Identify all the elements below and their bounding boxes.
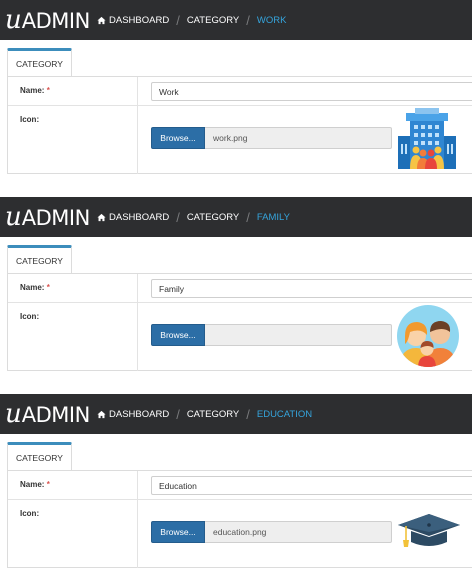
breadcrumb-separator: / xyxy=(246,12,250,28)
category-form: Name: * Education Icon: Browse... educat… xyxy=(7,470,472,568)
breadcrumb: DASHBOARD / CATEGORY / WORK xyxy=(97,0,286,40)
file-name-field[interactable]: work.png xyxy=(205,127,392,149)
logo-u: u xyxy=(5,5,22,35)
name-input[interactable]: Family xyxy=(151,279,472,298)
file-upload: Browse... work.png xyxy=(151,127,392,149)
label-cell: Name: * xyxy=(8,471,138,499)
required-mark: * xyxy=(46,480,50,489)
label-cell: Name: * xyxy=(8,274,138,302)
tab-category[interactable]: CATEGORY xyxy=(7,48,72,76)
name-label-text: Name: xyxy=(20,283,45,292)
name-label: Name: * xyxy=(20,86,50,95)
breadcrumb-separator: / xyxy=(176,406,180,422)
icon-label: Icon: xyxy=(20,509,40,518)
logo[interactable]: u ADMIN xyxy=(5,203,90,231)
tab-category[interactable]: CATEGORY xyxy=(7,245,72,273)
category-form: Name: * Work Icon: Browse... work.png xyxy=(7,76,472,174)
graduation-cap-icon xyxy=(398,514,460,547)
label-cell: Icon: xyxy=(8,303,138,371)
home-icon xyxy=(97,16,106,24)
form-area: CATEGORY Name: * Work Icon: Browse... wo… xyxy=(0,40,472,178)
label-cell: Name: * xyxy=(8,77,138,105)
required-mark: * xyxy=(46,86,50,95)
name-label: Name: * xyxy=(20,480,50,489)
home-icon xyxy=(97,213,106,221)
breadcrumb: DASHBOARD / CATEGORY / EDUCATION xyxy=(97,394,312,434)
breadcrumb: DASHBOARD / CATEGORY / FAMILY xyxy=(97,197,290,237)
label-cell: Icon: xyxy=(8,500,138,568)
breadcrumb-current: EDUCATION xyxy=(256,408,313,420)
logo-admin: ADMIN xyxy=(21,403,91,427)
breadcrumb-dashboard-link[interactable]: DASHBOARD xyxy=(109,212,169,223)
name-label-text: Name: xyxy=(20,86,45,95)
name-row: Name: * Work xyxy=(8,77,472,106)
icon-row: Icon: Browse... xyxy=(8,303,472,371)
breadcrumb-current: FAMILY xyxy=(256,211,290,223)
icon-label: Icon: xyxy=(20,312,40,321)
breadcrumb-dashboard-link[interactable]: DASHBOARD xyxy=(109,409,169,420)
icon-row: Icon: Browse... education.png xyxy=(8,500,472,568)
icon-row: Icon: Browse... work.png xyxy=(8,106,472,174)
file-name-field[interactable] xyxy=(205,324,392,346)
top-navbar: u ADMIN DASHBOARD / CATEGORY / FAMILY xyxy=(0,197,472,237)
logo-admin: ADMIN xyxy=(21,9,91,33)
family-icon xyxy=(397,305,459,367)
top-navbar: u ADMIN DASHBOARD / CATEGORY / WORK xyxy=(0,0,472,40)
breadcrumb-dashboard-link[interactable]: DASHBOARD xyxy=(109,15,169,26)
family-category-panel: u ADMIN DASHBOARD / CATEGORY / FAMILY CAT… xyxy=(0,197,472,375)
home-icon xyxy=(97,410,106,418)
name-label: Name: * xyxy=(20,283,50,292)
logo[interactable]: u ADMIN xyxy=(5,6,90,34)
form-area: CATEGORY Name: * Education Icon: Browse.… xyxy=(0,434,472,572)
breadcrumb-category-link[interactable]: CATEGORY xyxy=(187,409,239,420)
breadcrumb-category-link[interactable]: CATEGORY xyxy=(187,15,239,26)
logo-u: u xyxy=(5,202,22,232)
file-upload: Browse... xyxy=(151,324,392,346)
education-category-panel: u ADMIN DASHBOARD / CATEGORY / EDUCATION … xyxy=(0,394,472,572)
logo-admin: ADMIN xyxy=(21,206,91,230)
logo[interactable]: u ADMIN xyxy=(5,400,90,428)
name-row: Name: * Family xyxy=(8,274,472,303)
file-upload: Browse... education.png xyxy=(151,521,392,543)
logo-u: u xyxy=(5,399,22,429)
breadcrumb-separator: / xyxy=(176,209,180,225)
work-category-panel: u ADMIN DASHBOARD / CATEGORY / WORK CATEG… xyxy=(0,0,472,178)
name-input[interactable]: Work xyxy=(151,82,472,101)
browse-button[interactable]: Browse... xyxy=(151,521,205,543)
browse-button[interactable]: Browse... xyxy=(151,127,205,149)
icon-label: Icon: xyxy=(20,115,40,124)
name-label-text: Name: xyxy=(20,480,45,489)
name-input[interactable]: Education xyxy=(151,476,472,495)
required-mark: * xyxy=(46,283,50,292)
browse-button[interactable]: Browse... xyxy=(151,324,205,346)
top-navbar: u ADMIN DASHBOARD / CATEGORY / EDUCATION xyxy=(0,394,472,434)
form-area: CATEGORY Name: * Family Icon: Browse... xyxy=(0,237,472,375)
work-building-icon xyxy=(398,108,456,169)
breadcrumb-category-link[interactable]: CATEGORY xyxy=(187,212,239,223)
name-row: Name: * Education xyxy=(8,471,472,500)
breadcrumb-separator: / xyxy=(246,209,250,225)
breadcrumb-current: WORK xyxy=(256,14,287,26)
category-form: Name: * Family Icon: Browse... xyxy=(7,273,472,371)
label-cell: Icon: xyxy=(8,106,138,174)
tab-category[interactable]: CATEGORY xyxy=(7,442,72,470)
breadcrumb-separator: / xyxy=(246,406,250,422)
file-name-field[interactable]: education.png xyxy=(205,521,392,543)
breadcrumb-separator: / xyxy=(176,12,180,28)
